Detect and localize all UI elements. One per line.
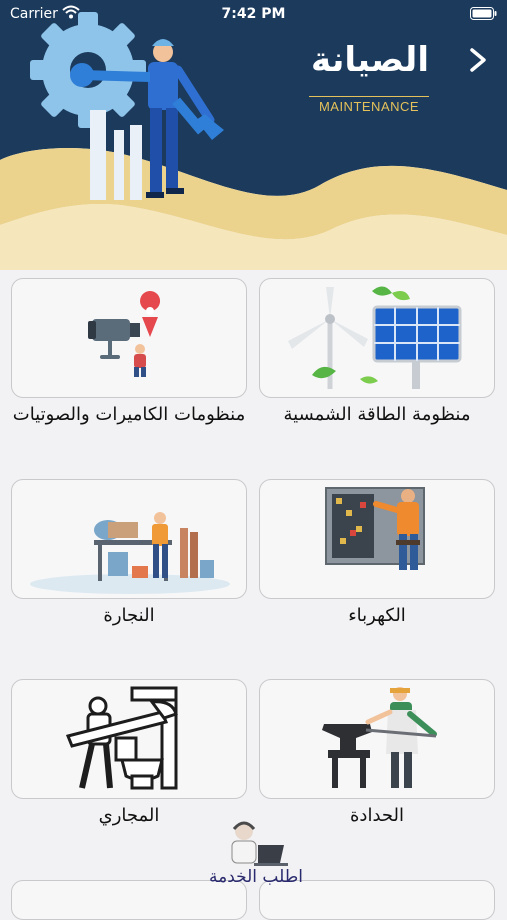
camera-location-icon [88, 291, 161, 377]
service-label-carpentry: النجارة [103, 605, 155, 626]
service-card-cameras[interactable] [11, 278, 247, 398]
page-title: الصيانة [311, 40, 429, 80]
blacksmith-icon [322, 687, 437, 788]
service-label-electricity: الكهرباء [348, 605, 406, 626]
service-card-plumbing[interactable] [11, 679, 247, 799]
electrician-icon [325, 487, 425, 570]
service-card-electricity[interactable] [259, 479, 495, 599]
header-banner: الصيانة MAINTENANCE [0, 0, 507, 270]
chevron-right-icon[interactable] [463, 42, 493, 78]
service-label-solar: منظومة الطاقة الشمسية [283, 404, 471, 425]
battery-icon [470, 7, 497, 20]
status-bar: Carrier 7:42 PM [0, 0, 507, 28]
service-card-carpentry[interactable] [11, 479, 247, 599]
solar-wind-icon [288, 286, 462, 389]
service-card-solar[interactable] [259, 278, 495, 398]
carpenter-icon [30, 512, 230, 594]
plumber-icon [65, 686, 178, 790]
support-agent-icon [231, 821, 288, 866]
service-label-cameras: منظومات الكاميرات والصوتيات [12, 404, 246, 425]
request-service-label: اطلب الخدمة [209, 867, 303, 887]
clock: 7:42 PM [221, 6, 286, 22]
page-subtitle: MAINTENANCE [309, 96, 429, 114]
request-service-button[interactable]: اطلب الخدمة [198, 815, 314, 895]
service-card-blacksmith[interactable] [259, 679, 495, 799]
